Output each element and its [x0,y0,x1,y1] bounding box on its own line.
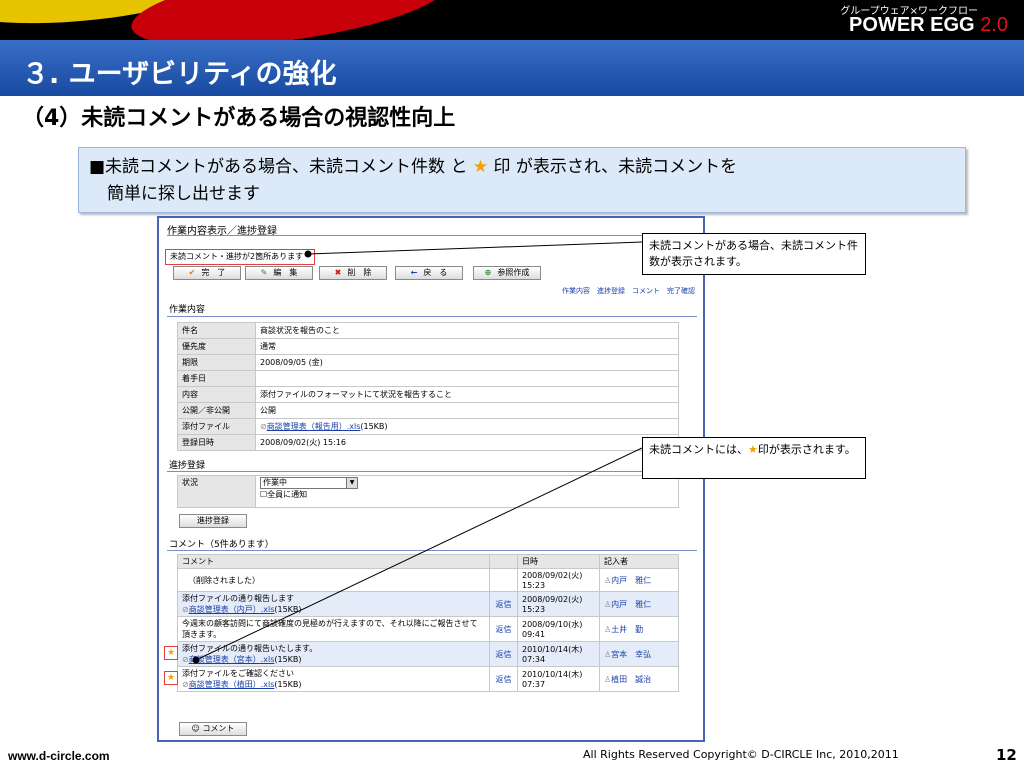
callout-line [195,447,643,661]
callout-star: 未読コメントには、★印が表示されます。 [642,437,866,479]
callout-dot [192,656,200,664]
callout-text: 印が表示されます。 [757,443,856,456]
footer-url: www.d-circle.com [8,749,110,763]
callout-line [307,241,643,255]
page-number: 12 [996,746,1017,764]
callout-lines [192,241,643,664]
callout-dot [304,250,312,258]
footer-copyright: All Rights Reserved Copyright© D-CIRCLE … [583,748,899,761]
callout-text: 未読コメントには、 [649,443,748,456]
callout-unread-count: 未読コメントがある場合、未読コメント件数が表示されます。 [642,233,866,275]
star-icon: ★ [748,443,758,456]
